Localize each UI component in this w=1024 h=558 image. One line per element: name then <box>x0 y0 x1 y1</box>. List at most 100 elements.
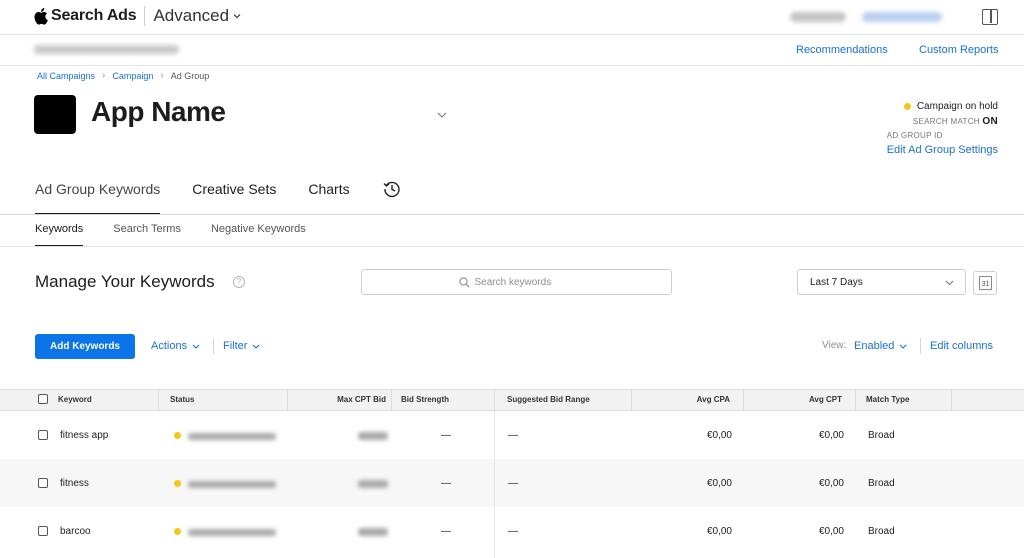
column-divider[interactable] <box>391 390 392 410</box>
chevron-right-icon: › <box>160 70 164 81</box>
column-header-max-cpt-bid[interactable]: Max CPT Bid <box>287 390 386 410</box>
chevron-down-icon[interactable] <box>437 112 447 118</box>
subtab-search-terms[interactable]: Search Terms <box>113 223 181 247</box>
max-cpt-bid-redacted[interactable] <box>358 480 388 488</box>
table-row[interactable]: fitness — — €0,00 €0,00 Broad <box>0 459 1024 507</box>
account-bar: Recommendations Custom Reports <box>0 36 1024 66</box>
column-divider[interactable] <box>494 390 495 410</box>
table-row[interactable]: barcoo — — €0,00 €0,00 Broad <box>0 507 1024 555</box>
max-cpt-bid-redacted[interactable] <box>358 432 388 440</box>
column-header-avg-cpt[interactable]: Avg CPT <box>743 390 842 410</box>
column-divider[interactable] <box>951 390 952 410</box>
column-header-status[interactable]: Status <box>170 390 194 410</box>
match-type-cell[interactable]: Broad <box>868 430 895 441</box>
breadcrumb-campaign[interactable]: Campaign <box>112 71 153 81</box>
column-header-bid-strength[interactable]: Bid Strength <box>401 390 449 410</box>
campaign-status-text: Campaign on hold <box>916 100 998 112</box>
column-divider[interactable] <box>158 390 159 410</box>
history-icon[interactable] <box>382 179 402 199</box>
section-title: Manage Your Keywords <box>35 272 215 291</box>
calendar-icon: 31 <box>979 276 992 290</box>
recommendations-link[interactable]: Recommendations <box>796 44 888 56</box>
keyword-cell[interactable]: fitness app <box>60 430 108 441</box>
avg-cpa-cell: €0,00 <box>706 526 732 537</box>
ad-group-status-panel: Campaign on hold SEARCH MATCH ON AD GROU… <box>887 99 998 157</box>
add-keywords-button[interactable]: Add Keywords <box>35 334 135 359</box>
breadcrumb: All Campaigns › Campaign › Ad Group <box>37 70 209 81</box>
campaign-status: Campaign on hold <box>887 99 998 113</box>
toolbar-divider <box>920 338 921 354</box>
filter-menu[interactable]: Filter <box>223 340 260 352</box>
bid-strength-cell: — <box>441 526 451 537</box>
avg-cpt-cell: €0,00 <box>818 430 844 441</box>
bid-strength-cell: — <box>441 478 451 489</box>
chevron-down-icon[interactable] <box>233 13 241 19</box>
search-icon <box>458 276 470 288</box>
table-row[interactable]: fitness app — — €0,00 €0,00 Broad <box>0 411 1024 459</box>
search-match: SEARCH MATCH ON <box>887 116 998 129</box>
app-icon <box>34 95 76 134</box>
suggested-bid-range-cell: — <box>508 478 518 489</box>
date-range-value: Last 7 Days <box>810 277 863 288</box>
tab-charts[interactable]: Charts <box>308 181 349 215</box>
keyword-cell[interactable]: barcoo <box>60 526 91 537</box>
avg-cpt-cell: €0,00 <box>818 478 844 489</box>
search-match-label: SEARCH MATCH <box>912 117 980 126</box>
row-checkbox[interactable] <box>38 430 48 440</box>
avg-cpt-cell: €0,00 <box>818 526 844 537</box>
status-dot-icon <box>903 102 911 110</box>
user-email-redacted[interactable] <box>862 12 942 22</box>
column-header-suggested-bid-range[interactable]: Suggested Bid Range <box>507 390 590 410</box>
row-checkbox[interactable] <box>38 526 48 536</box>
subtab-keywords[interactable]: Keywords <box>35 223 84 247</box>
actions-menu[interactable]: Actions <box>151 340 200 352</box>
help-icon[interactable]: ? <box>233 276 245 288</box>
status-text-redacted <box>188 481 276 488</box>
account-name-redacted[interactable] <box>34 45 179 54</box>
subtab-negative-keywords[interactable]: Negative Keywords <box>211 223 306 247</box>
keyword-search-box[interactable] <box>361 269 672 295</box>
column-header-match-type[interactable]: Match Type <box>866 390 909 410</box>
max-cpt-bid-redacted[interactable] <box>358 528 388 536</box>
bid-strength-cell: — <box>441 430 451 441</box>
actions-label: Actions <box>151 340 188 352</box>
avg-cpa-cell: €0,00 <box>706 430 732 441</box>
tab-creative-sets[interactable]: Creative Sets <box>192 181 276 215</box>
toolbar-divider <box>213 338 214 354</box>
column-header-avg-cpa[interactable]: Avg CPA <box>631 390 730 410</box>
chevron-down-icon <box>192 344 200 349</box>
tab-ad-group-keywords[interactable]: Ad Group Keywords <box>35 181 161 215</box>
custom-reports-link[interactable]: Custom Reports <box>919 44 998 56</box>
chevron-down-icon <box>899 344 907 349</box>
top-bar: Search Ads Advanced <box>0 0 1024 35</box>
status-dot-icon <box>174 528 181 535</box>
sub-tabs: Keywords Search Terms Negative Keywords <box>35 223 336 247</box>
edit-columns-link[interactable]: Edit columns <box>930 340 993 352</box>
status-dot-icon <box>174 480 181 487</box>
column-header-keyword[interactable]: Keyword <box>58 390 92 410</box>
brand[interactable]: Search Ads Advanced <box>34 6 241 26</box>
keyword-cell[interactable]: fitness <box>60 478 89 489</box>
user-name-redacted <box>790 12 846 22</box>
brand-divider <box>144 6 146 26</box>
mode-selector-label[interactable]: Advanced <box>153 6 229 26</box>
filter-label: Filter <box>223 340 248 352</box>
column-divider[interactable] <box>855 390 856 410</box>
view-filter-select[interactable]: Enabled <box>854 340 907 352</box>
breadcrumb-all-campaigns[interactable]: All Campaigns <box>37 71 95 81</box>
select-all-checkbox[interactable] <box>38 394 48 404</box>
match-type-cell[interactable]: Broad <box>868 478 895 489</box>
edit-ad-group-settings-link[interactable]: Edit Ad Group Settings <box>887 144 998 156</box>
date-range-select[interactable]: Last 7 Days <box>797 269 966 295</box>
chevron-down-icon <box>945 280 954 286</box>
status-text-redacted <box>188 529 276 536</box>
calendar-button[interactable]: 31 <box>973 271 997 295</box>
table-header: Keyword Status Max CPT Bid Bid Strength … <box>0 389 1024 411</box>
match-type-cell[interactable]: Broad <box>868 526 895 537</box>
row-checkbox[interactable] <box>38 478 48 488</box>
search-input[interactable] <box>474 276 575 288</box>
sidebar-panel-icon[interactable] <box>982 9 998 25</box>
status-text-redacted <box>188 433 276 440</box>
chevron-right-icon: › <box>102 70 106 81</box>
brand-name: Search Ads <box>51 7 137 24</box>
